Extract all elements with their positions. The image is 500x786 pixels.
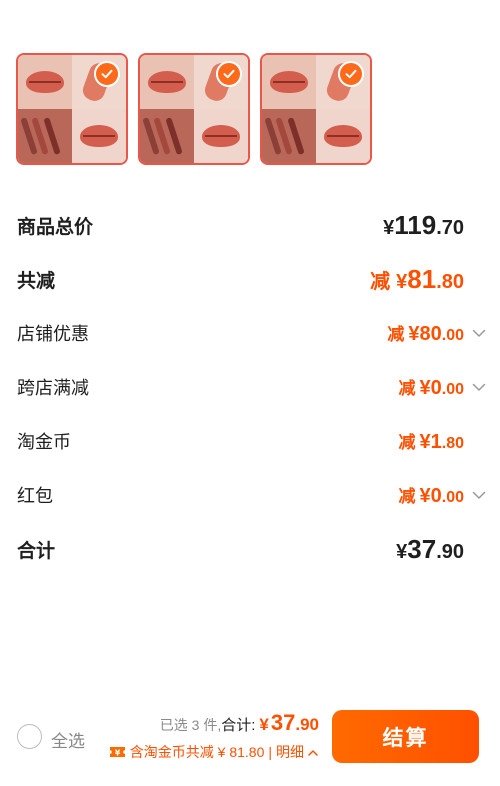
coupon-icon: ¥ — [109, 745, 126, 759]
store-discount-row[interactable]: 店铺优惠 减 ¥80.00 — [17, 320, 488, 346]
chevron-down-icon[interactable] — [470, 378, 488, 396]
product-thumbnail[interactable] — [138, 53, 250, 165]
checkout-button[interactable]: 结算 — [332, 710, 479, 763]
total-discount-row: 共减 减 ¥81.80 — [17, 264, 464, 295]
total-discount-value: 减 ¥81.80 — [370, 264, 464, 294]
detail-link[interactable]: 明细 — [276, 742, 304, 762]
red-packet-row[interactable]: 红包 减 ¥0.00 — [17, 482, 488, 508]
store-discount-label: 店铺优惠 — [17, 324, 89, 344]
subtotal-label: 商品总价 — [17, 217, 94, 238]
total-row: 合计 ¥37.90 — [17, 534, 464, 565]
chevron-up-icon[interactable] — [307, 746, 319, 758]
lip-photo — [316, 109, 370, 163]
selected-count: 已选 3 件, — [159, 717, 222, 733]
coins-label: 淘金币 — [17, 432, 71, 452]
lip-photo — [262, 55, 316, 109]
total-label: 合计: — [221, 717, 256, 734]
coin-discount-text: 含淘金币共减 ¥ 81.80 — [129, 744, 265, 760]
red-packet-label: 红包 — [17, 486, 53, 506]
check-icon[interactable] — [216, 61, 242, 87]
cross-store-discount-value: 减 ¥0.00 — [399, 374, 489, 400]
select-all-radio[interactable] — [17, 724, 42, 749]
store-discount-value: 减 ¥80.00 — [387, 320, 488, 346]
total-discount-label: 共减 — [17, 271, 56, 292]
select-all-label[interactable]: 全选 — [51, 727, 85, 752]
lipstick-tubes-photo — [18, 109, 72, 163]
coins-row: 淘金币 减 ¥1.80 — [17, 428, 464, 454]
lip-photo — [72, 109, 126, 163]
total-value: ¥37.90 — [396, 534, 464, 564]
lip-photo — [194, 109, 248, 163]
check-icon[interactable] — [94, 61, 120, 87]
red-packet-value: 减 ¥0.00 — [399, 482, 489, 508]
discount-detail-line[interactable]: ¥ 含淘金币共减 ¥ 81.80 | 明细 — [109, 742, 319, 762]
lipstick-tubes-photo — [262, 109, 316, 163]
subtotal-row: 商品总价 ¥119.70 — [17, 210, 464, 241]
cross-store-discount-label: 跨店满减 — [17, 378, 89, 398]
chevron-down-icon[interactable] — [470, 486, 488, 504]
svg-text:¥: ¥ — [114, 749, 120, 758]
selected-products — [16, 53, 372, 165]
subtotal-value: ¥119.70 — [383, 210, 464, 240]
checkout-bar: 全选 已选 3 件, 合计: ¥ 37.90 ¥ 含淘金币共减 ¥ 81.80 … — [0, 700, 500, 786]
order-summary: 已选 3 件, 合计: ¥ 37.90 — [160, 710, 319, 736]
total-label: 合计 — [17, 541, 56, 562]
check-icon[interactable] — [338, 61, 364, 87]
lipstick-tubes-photo — [140, 109, 194, 163]
product-thumbnail[interactable] — [260, 53, 372, 165]
lip-photo — [140, 55, 194, 109]
chevron-down-icon[interactable] — [470, 324, 488, 342]
total-price: ¥ 37.90 — [259, 710, 319, 735]
lip-photo — [18, 55, 72, 109]
product-thumbnail[interactable] — [16, 53, 128, 165]
separator: | — [268, 744, 272, 760]
cross-store-discount-row[interactable]: 跨店满减 减 ¥0.00 — [17, 374, 488, 400]
coins-value: 减 ¥1.80 — [398, 431, 465, 453]
